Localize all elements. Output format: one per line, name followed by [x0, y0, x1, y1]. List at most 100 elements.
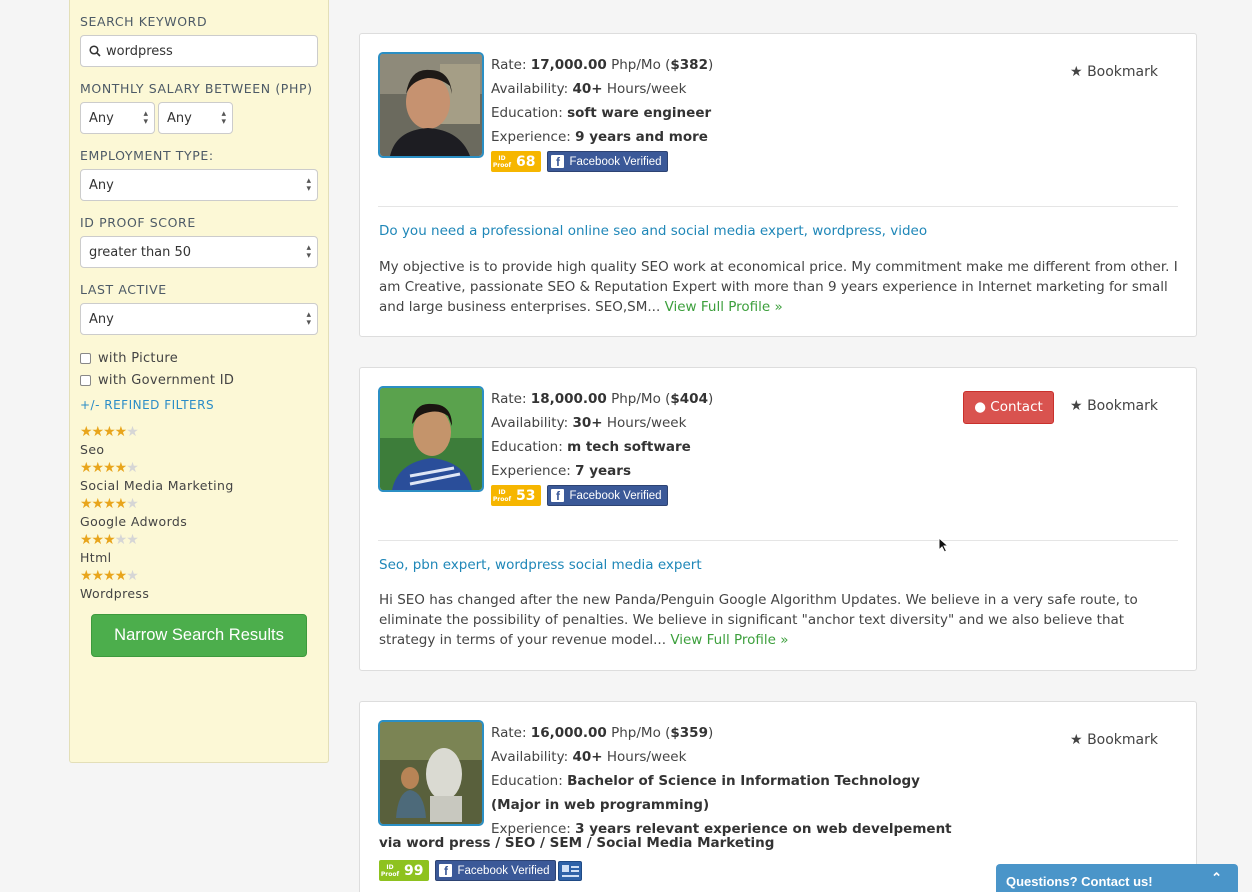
id-proof-badge: ID Proof 99	[379, 860, 430, 881]
id-proof-score: 68	[516, 153, 536, 170]
facebook-verified-label: Facebook Verified	[457, 864, 550, 877]
experience-line: Experience: 7 years	[491, 459, 713, 483]
salary-max-select[interactable]: Any ▴ ▾	[158, 102, 233, 134]
view-full-profile-link[interactable]: View Full Profile »	[670, 632, 788, 648]
skill-name: Wordpress	[80, 586, 150, 601]
salary-label: MONTHLY SALARY BETWEEN (PHP)	[80, 81, 313, 96]
availability-value: 40+	[572, 749, 603, 765]
bookmark-button[interactable]: ★ Bookmark	[1070, 732, 1158, 748]
education-value: Bachelor of Science in Information Techn…	[567, 773, 920, 789]
star-icon: ★	[1070, 64, 1083, 80]
contact-us-chat-widget[interactable]: Questions? Contact us! ⌃	[996, 864, 1238, 892]
select-arrows-icon: ▴ ▾	[143, 109, 148, 127]
facebook-verified-badge: f Facebook Verified	[435, 860, 556, 881]
rate-label: Rate:	[491, 725, 531, 741]
bookmark-button[interactable]: ★ Bookmark	[1070, 398, 1158, 414]
profile-headline-link[interactable]: Do you need a professional online seo an…	[379, 223, 927, 239]
id-proof-tag: ID Proof	[492, 154, 512, 169]
skill-name: Seo	[80, 442, 105, 457]
availability-label: Availability:	[491, 415, 573, 431]
experience-line-2: via word press / SEO / SEM / Social Medi…	[379, 833, 774, 853]
rate-unit: Php/Mo (	[606, 57, 671, 73]
id-proof-badge: ID Proof 53	[491, 485, 542, 506]
facebook-verified-badge: f Facebook Verified	[547, 485, 668, 506]
skill-rating-item[interactable]: ★★★★★ Seo	[80, 425, 318, 457]
profile-photo[interactable]	[378, 386, 484, 492]
idproof-value: greater than 50	[89, 244, 192, 260]
rate-label: Rate:	[491, 391, 531, 407]
mouse-cursor-icon	[938, 537, 950, 553]
skill-rating-item[interactable]: ★★★★★ Wordpress	[80, 569, 318, 601]
last-active-label: LAST ACTIVE	[80, 282, 167, 297]
education-label: Education:	[491, 439, 568, 455]
facebook-verified-label: Facebook Verified	[569, 489, 662, 502]
education-label: Education:	[491, 773, 568, 789]
education-value-2: (Major in web programming)	[491, 797, 710, 813]
skill-ratings: ★★★★★ Seo ★★★★★ Social Media Marketing ★…	[80, 425, 318, 601]
search-input-value: wordpress	[106, 43, 173, 59]
chat-widget-label: Questions? Contact us!	[1006, 874, 1153, 889]
employment-select[interactable]: Any ▴ ▾	[80, 169, 318, 201]
hours-unit: Hours/week	[602, 749, 687, 765]
hours-unit: Hours/week	[602, 415, 687, 431]
bookmark-button[interactable]: ★ Bookmark	[1070, 64, 1158, 80]
with-gov-id-checkbox[interactable]: with Government ID	[80, 373, 318, 388]
id-proof-tag: ID Proof	[492, 488, 512, 503]
chat-bubble-icon: ●	[974, 399, 986, 415]
salary-min-select[interactable]: Any ▴ ▾	[80, 102, 155, 134]
rate-close: )	[707, 57, 714, 73]
bookmark-label: Bookmark	[1087, 732, 1158, 748]
select-arrows-icon: ▴ ▾	[306, 176, 311, 194]
profile-info: Rate: 16,000.00 Php/Mo ($359) Availabili…	[491, 721, 1051, 841]
profile-photo[interactable]	[378, 720, 484, 826]
profile-headline-link[interactable]: Seo, pbn expert, wordpress social media …	[379, 557, 702, 573]
view-full-profile-link[interactable]: View Full Profile »	[665, 299, 783, 315]
select-arrows-icon: ▴ ▾	[221, 109, 226, 127]
id-proof-score: 53	[516, 487, 536, 504]
experience-label: Experience:	[491, 129, 576, 145]
card-divider	[378, 206, 1178, 207]
idproof-select[interactable]: greater than 50 ▴ ▾	[80, 236, 318, 268]
bookmark-label: Bookmark	[1087, 64, 1158, 80]
search-input[interactable]: wordpress	[80, 35, 318, 67]
star-rating[interactable]: ★★★★★	[80, 533, 318, 547]
skill-rating-item[interactable]: ★★★★★ Html	[80, 533, 318, 565]
skill-rating-item[interactable]: ★★★★★ Social Media Marketing	[80, 461, 318, 493]
result-card: Rate: 18,000.00 Php/Mo ($404) Availabili…	[359, 367, 1197, 671]
star-rating[interactable]: ★★★★★	[80, 569, 318, 583]
salary-max-value: Any	[167, 110, 192, 126]
employment-value: Any	[89, 177, 114, 193]
employment-label: EMPLOYMENT TYPE:	[80, 148, 214, 163]
search-icon	[89, 45, 101, 57]
last-active-select[interactable]: Any ▴ ▾	[80, 303, 318, 335]
facebook-icon: f	[551, 489, 565, 502]
star-rating[interactable]: ★★★★★	[80, 497, 318, 511]
skill-rating-item[interactable]: ★★★★★ Google Adwords	[80, 497, 318, 529]
search-keyword-label: SEARCH KEYWORD	[80, 14, 208, 29]
with-picture-checkbox[interactable]: with Picture	[80, 351, 318, 366]
rate-line: Rate: 18,000.00 Php/Mo ($404)	[491, 387, 713, 411]
select-arrows-icon: ▴ ▾	[306, 243, 311, 261]
rate-close: )	[707, 391, 714, 407]
facebook-verified-badge: f Facebook Verified	[547, 151, 668, 172]
star-rating[interactable]: ★★★★★	[80, 461, 318, 475]
education-line-2: (Major in web programming)	[491, 793, 1051, 817]
checkbox-box[interactable]	[80, 353, 91, 364]
refined-filters-toggle[interactable]: +/- REFINED FILTERS	[80, 398, 318, 412]
rate-unit: Php/Mo (	[606, 391, 671, 407]
badges: ID Proof 53 f Facebook Verified	[491, 485, 713, 506]
idproof-label: ID PROOF SCORE	[80, 215, 196, 230]
narrow-search-button[interactable]: Narrow Search Results	[91, 614, 307, 657]
contact-label: Contact	[990, 399, 1043, 415]
rate-close: )	[707, 725, 714, 741]
badges: ID Proof 99 f Facebook Verified	[379, 860, 582, 881]
chevron-up-icon[interactable]: ⌃	[1211, 870, 1222, 886]
star-rating[interactable]: ★★★★★	[80, 425, 318, 439]
facebook-icon: f	[439, 864, 453, 877]
contact-button[interactable]: ● Contact	[963, 391, 1054, 424]
result-card: Rate: 17,000.00 Php/Mo ($382) Availabili…	[359, 33, 1197, 337]
checkbox-box[interactable]	[80, 375, 91, 386]
with-gov-id-label: with Government ID	[98, 373, 235, 388]
profile-photo[interactable]	[378, 52, 484, 158]
profile-info: Rate: 17,000.00 Php/Mo ($382) Availabili…	[491, 53, 713, 172]
